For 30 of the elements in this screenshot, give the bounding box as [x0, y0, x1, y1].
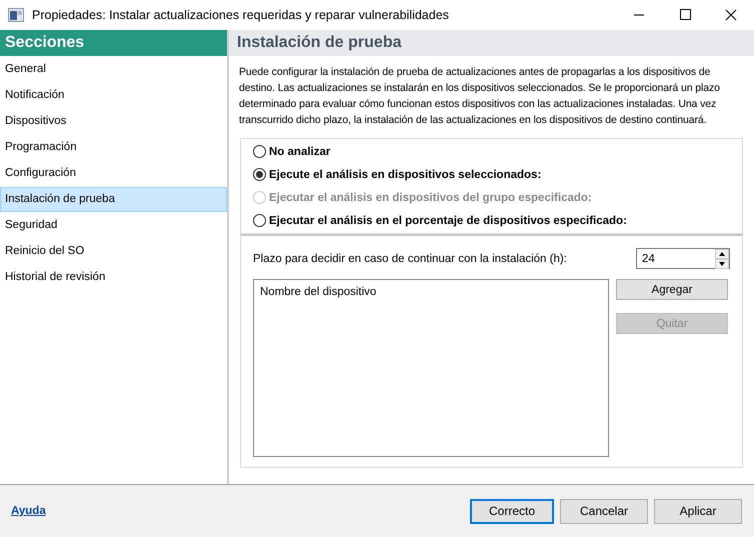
option-label[interactable]: No analizar	[269, 146, 330, 158]
radio-button[interactable]	[253, 168, 266, 181]
spin-up-icon[interactable]	[715, 248, 729, 258]
sidebar-item[interactable]: General	[0, 57, 227, 82]
window-title: Propiedades: Instalar actualizaciones requeridas y reparar vulnerabilidades	[32, 8, 450, 22]
sidebar-header: Secciones	[0, 30, 227, 56]
radio-button[interactable]	[253, 214, 266, 227]
dialog-button[interactable]: Correcto	[470, 498, 554, 524]
radio-button[interactable]	[253, 145, 266, 158]
sidebar-item[interactable]: Programación	[0, 135, 227, 160]
dialog-button[interactable]: Aplicar	[654, 498, 742, 524]
section-header: Instalación de prueba	[229, 30, 754, 56]
spin-down-icon[interactable]	[715, 258, 729, 268]
spin-field[interactable]: 24	[636, 248, 730, 269]
description-text: Puede configurar la instalación de prueba de actualizaciones antes de propagarlas a los dispositivos de destino. Las actualizaciones se instalarán en los dispositivos seleccionados. Se le proporcionará un plazo determinado para evaluar cómo funcionan estos dispositivos con las actualizaciones instaladas. Una vez transcurrido dicho plazo, la instalación de las actualizaciones en los dispositivos de destino continuará.	[239, 65, 721, 128]
column-header[interactable]: Nombre del dispositivo	[260, 286, 376, 298]
sidebar-item[interactable]: Reinicio del SO	[0, 239, 227, 264]
sidebar-item[interactable]: Instalación de prueba	[0, 187, 227, 212]
help-link[interactable]: Ayuda	[11, 505, 46, 517]
sidebar-item[interactable]: Dispositivos	[0, 109, 227, 134]
option-label[interactable]: Ejecutar el análisis en el porcentaje de dispositivos especificado:	[269, 214, 627, 226]
sidebar-item[interactable]: Configuración	[0, 161, 227, 186]
option-label[interactable]: Ejecute el análisis en dispositivos seleccionados:	[269, 168, 542, 180]
sidebar-item[interactable]: Notificación	[0, 83, 227, 108]
sidebar-item[interactable]: Historial de revisión	[0, 265, 227, 290]
list-button[interactable]: Agregar	[616, 279, 728, 300]
timeout-label: Plazo para decidir en caso de continuar con la instalación (h):	[253, 252, 567, 264]
dialog-button[interactable]: Cancelar	[560, 498, 648, 524]
sidebar-item[interactable]: Seguridad	[0, 213, 227, 238]
window-icon	[8, 8, 24, 22]
